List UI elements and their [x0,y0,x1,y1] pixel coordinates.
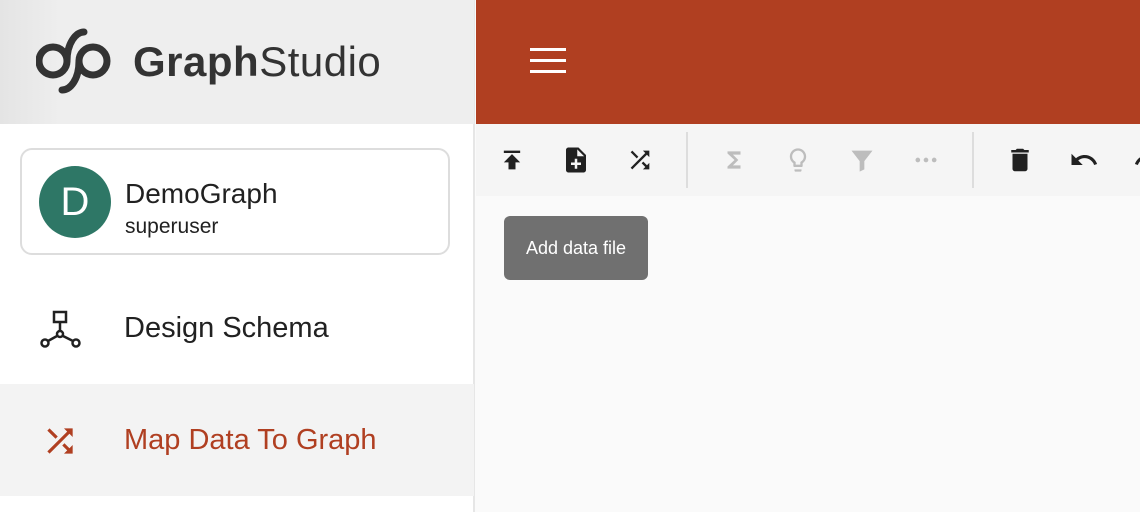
map-button[interactable] [624,144,656,176]
top-bar [476,0,1140,124]
more-button[interactable] [910,144,942,176]
shuffle-icon [630,150,650,170]
undo-button[interactable] [1068,144,1100,176]
tooltip: Add data file [504,216,648,280]
graph-selector-card[interactable]: D DemoGraph superuser [20,148,450,255]
sidebar-item-label: Map Data To Graph [124,423,377,456]
upload-icon [503,150,521,170]
sidebar-item-map-data[interactable]: Map Data To Graph [0,384,474,496]
sidebar-item-design-schema[interactable]: Design Schema [0,272,474,384]
hint-button[interactable] [782,144,814,176]
sidebar: GraphStudio D DemoGraph superuser Design… [0,0,475,512]
sidebar-item-label: Design Schema [124,311,329,344]
filter-icon [851,150,873,172]
menu-icon[interactable] [530,48,568,78]
divider [686,132,688,188]
add-data-file-button[interactable] [560,144,592,176]
undo-icon [1071,153,1098,165]
schema-icon [40,310,81,348]
delete-button[interactable] [1004,144,1036,176]
delete-icon [1011,148,1029,172]
filter-button[interactable] [846,144,878,176]
shuffle-icon [47,428,73,454]
graph-name: DemoGraph [125,178,278,209]
logo: GraphStudio [0,0,474,124]
graphstudio-logo-icon [36,28,111,94]
add-file-icon [566,147,586,173]
sigma-icon [727,151,741,169]
toolbar [476,124,1140,196]
user-name: superuser [125,215,219,238]
redo-button[interactable] [1132,144,1140,176]
lightbulb-icon [789,148,807,172]
upload-button[interactable] [496,144,528,176]
brand-bold: Graph [133,38,260,85]
divider [972,132,974,188]
brand-light: Studio [259,38,382,85]
avatar: D [39,166,111,238]
aggregate-button[interactable] [718,144,750,176]
more-icon [915,157,937,163]
redo-icon [1134,157,1140,165]
